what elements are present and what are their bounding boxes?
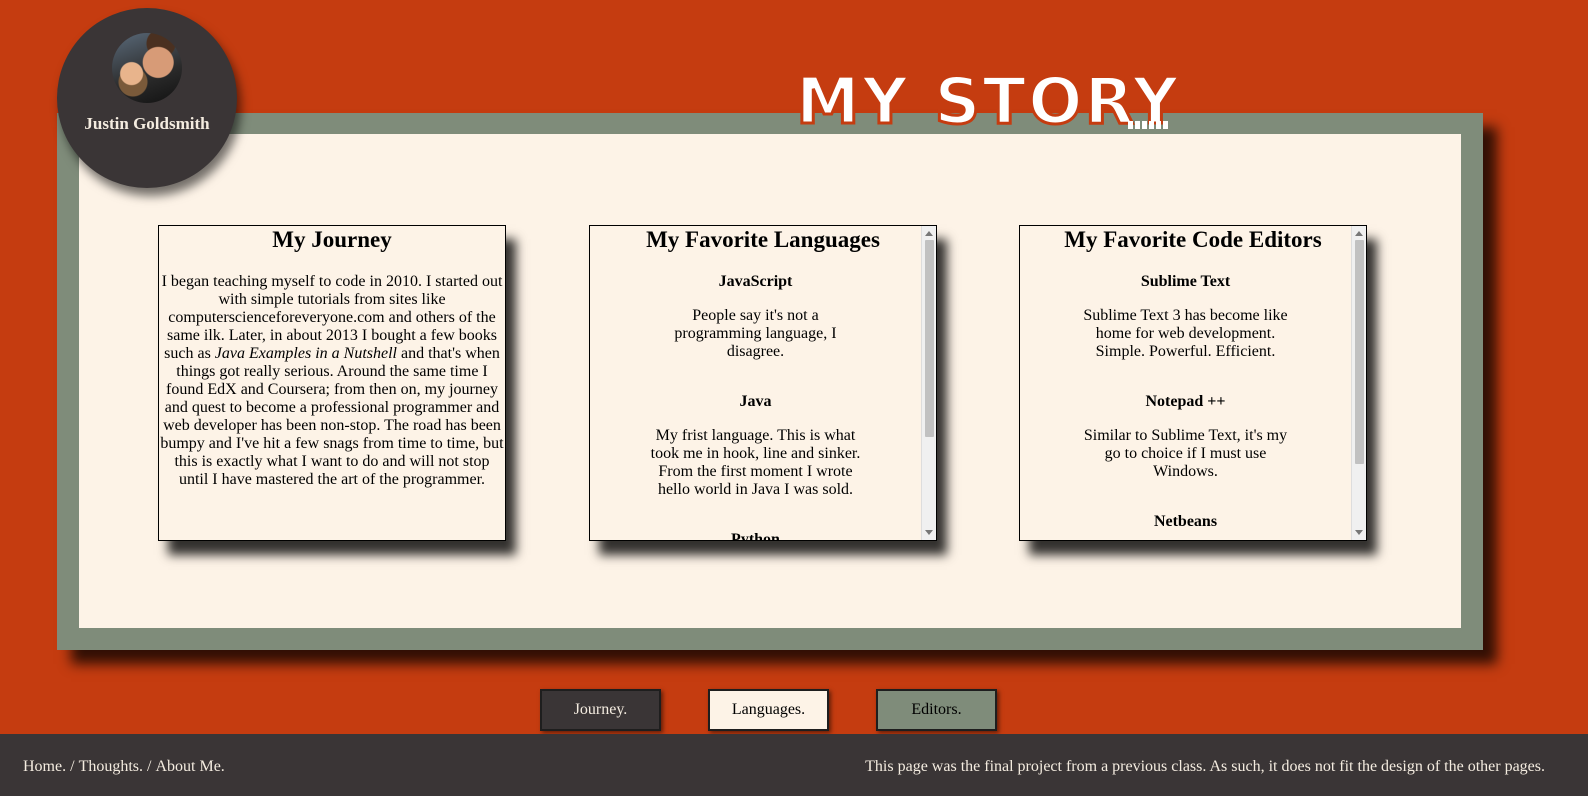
language-item-text: People say it's not a programming langua… xyxy=(674,307,837,360)
editors-button[interactable]: Editors. xyxy=(876,689,997,731)
scroll-down-icon[interactable] xyxy=(1355,530,1363,535)
footer-separator: / xyxy=(66,758,79,775)
title-ellipsis xyxy=(1128,121,1168,129)
editor-item-text: Sublime Text 3 has become like home for … xyxy=(1083,307,1288,360)
footer-link-about[interactable]: About Me. xyxy=(155,758,224,776)
languages-scrollbar[interactable] xyxy=(921,226,936,540)
editor-item-title: Netbeans xyxy=(1153,513,1218,530)
footer: Home. / Thoughts. / About Me. This page … xyxy=(0,734,1588,796)
footer-link-thoughts[interactable]: Thoughts. xyxy=(79,758,143,776)
avatar xyxy=(112,33,182,103)
journey-text: I began teaching myself to code in 2010.… xyxy=(160,273,504,488)
language-item-title: Python xyxy=(731,531,780,540)
footer-note: This page was the final project from a p… xyxy=(865,758,1545,775)
languages-button[interactable]: Languages. xyxy=(708,689,829,731)
editor-item-title: Notepad ++ xyxy=(1145,393,1226,410)
scroll-up-icon[interactable] xyxy=(1355,231,1363,236)
journey-title: My Journey xyxy=(272,227,392,252)
language-item-title: Java xyxy=(739,393,772,410)
language-item-title: JavaScript xyxy=(718,273,793,290)
profile-name: Justin Goldsmith xyxy=(84,114,210,133)
footer-separator: / xyxy=(143,758,156,775)
footer-link-home[interactable]: Home. xyxy=(23,758,66,776)
languages-card[interactable]: My Favorite Languages JavaScript People … xyxy=(589,225,937,541)
scroll-thumb[interactable] xyxy=(925,240,934,437)
footer-nav: Home. / Thoughts. / About Me. xyxy=(23,758,225,776)
scroll-up-icon[interactable] xyxy=(925,231,933,236)
journey-button[interactable]: Journey. xyxy=(540,689,661,731)
editors-title: My Favorite Code Editors xyxy=(1064,227,1322,252)
editor-item-text: Similar to Sublime Text, it's my go to c… xyxy=(1083,427,1288,480)
editors-scrollbar[interactable] xyxy=(1351,226,1366,540)
editor-item-title: Sublime Text xyxy=(1140,273,1231,290)
profile-badge[interactable]: Justin Goldsmith xyxy=(57,8,237,188)
page-title: MY STORY xyxy=(795,65,1181,139)
editors-card[interactable]: My Favorite Code Editors Sublime Text Su… xyxy=(1019,225,1367,541)
scroll-down-icon[interactable] xyxy=(925,530,933,535)
journey-card: My Journey I began teaching myself to co… xyxy=(158,225,506,541)
languages-title: My Favorite Languages xyxy=(646,227,880,252)
scroll-thumb[interactable] xyxy=(1355,240,1364,464)
language-item-text: My frist language. This is what took me … xyxy=(650,427,861,498)
